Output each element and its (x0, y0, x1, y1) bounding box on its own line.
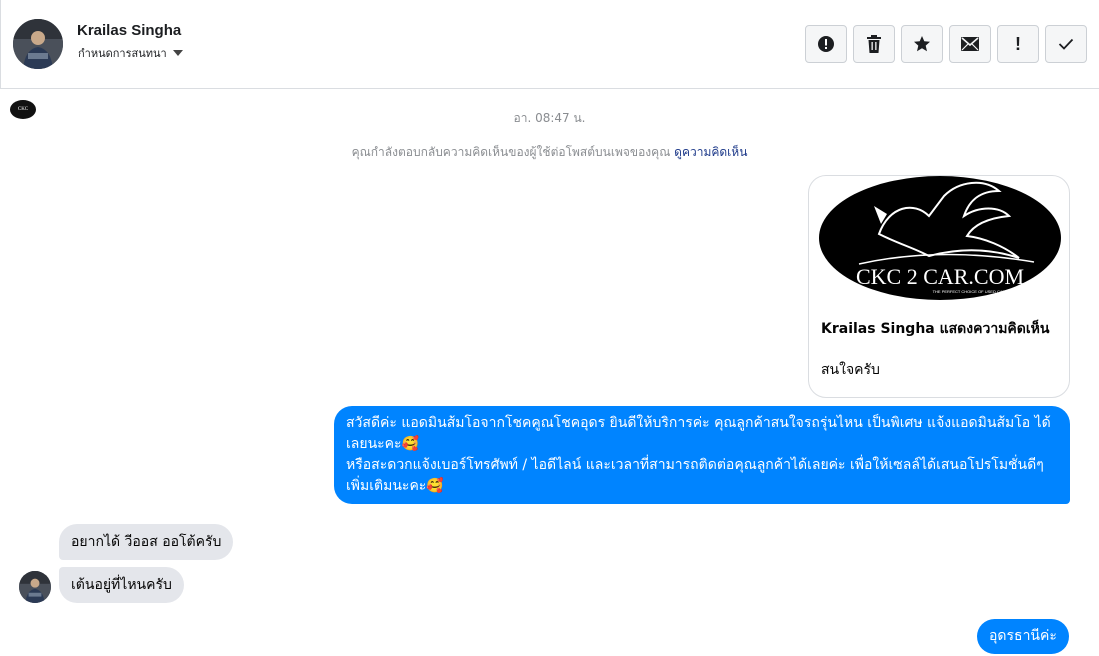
logo-sub-text: THE PERFECT CHOICE OF USED CAR (933, 289, 1006, 294)
comment-card-text: สนใจครับ (821, 362, 880, 378)
star-button[interactable] (901, 25, 943, 63)
alert-circle-icon (818, 36, 834, 52)
exclamation-icon: ! (1015, 34, 1021, 54)
envelope-icon (961, 37, 979, 51)
incoming-message[interactable]: อยากได้ วีออส ออโต้ครับ (59, 524, 234, 560)
reply-context-text: คุณกำลังตอบกลับความคิดเห็นของผู้ใช้ต่อโพ… (351, 145, 671, 159)
thread-toolbar: ! (805, 25, 1087, 63)
message-line: สวัสดีค่ะ แอดมินส้มโอจากโชคคูณโชคอุดร ยิ… (346, 415, 1051, 452)
mark-unread-button[interactable] (949, 25, 991, 63)
comment-card-title: Krailas Singha แสดงความคิดเห็น (821, 321, 1050, 337)
reply-context-notice: คุณกำลังตอบกลับความคิดเห็นของผู้ใช้ต่อโพ… (0, 143, 1099, 162)
outgoing-message[interactable]: อุดรธานีค่ะ (977, 619, 1069, 654)
contact-avatar[interactable] (13, 19, 63, 69)
logo-main-text: CKC 2 CAR.COM (856, 264, 1024, 289)
message-line: หรือสะดวกแจ้งเบอร์โทรศัพท์ / ไอดีไลน์ แล… (346, 457, 1044, 494)
ckc-logo-icon: CKC 2 CAR.COM THE PERFECT CHOICE OF USED… (819, 176, 1061, 300)
incoming-message[interactable]: เต้นอยู่ที่ไหนครับ (59, 567, 184, 603)
person-photo-icon (13, 19, 63, 69)
assign-conversation-dropdown[interactable]: กำหนดการสนทนา (78, 44, 183, 62)
check-icon (1058, 38, 1074, 50)
assign-label: กำหนดการสนทนา (78, 47, 167, 60)
contact-name[interactable]: Krailas Singha (77, 22, 181, 39)
trash-icon (867, 35, 881, 53)
mark-important-button[interactable]: ! (997, 25, 1039, 63)
person-photo-icon (19, 571, 51, 603)
caret-down-icon (172, 50, 183, 56)
comment-card-image: CKC 2 CAR.COM THE PERFECT CHOICE OF USED… (819, 176, 1061, 300)
message-timestamp: อา. 08:47 น. (513, 111, 586, 125)
view-comment-link[interactable]: ดูความคิดเห็น (674, 145, 747, 159)
outgoing-message[interactable]: สวัสดีค่ะ แอดมินส้มโอจากโชคคูณโชคอุดร ยิ… (334, 406, 1070, 504)
sender-avatar[interactable] (19, 571, 51, 603)
mark-done-button[interactable] (1045, 25, 1087, 63)
conversation-header: Krailas Singha กำหนดการสนทนา ! (0, 0, 1099, 89)
delete-button[interactable] (853, 25, 895, 63)
mark-spam-button[interactable] (805, 25, 847, 63)
comment-card[interactable]: CKC 2 CAR.COM THE PERFECT CHOICE OF USED… (808, 175, 1070, 398)
star-icon (914, 36, 930, 52)
